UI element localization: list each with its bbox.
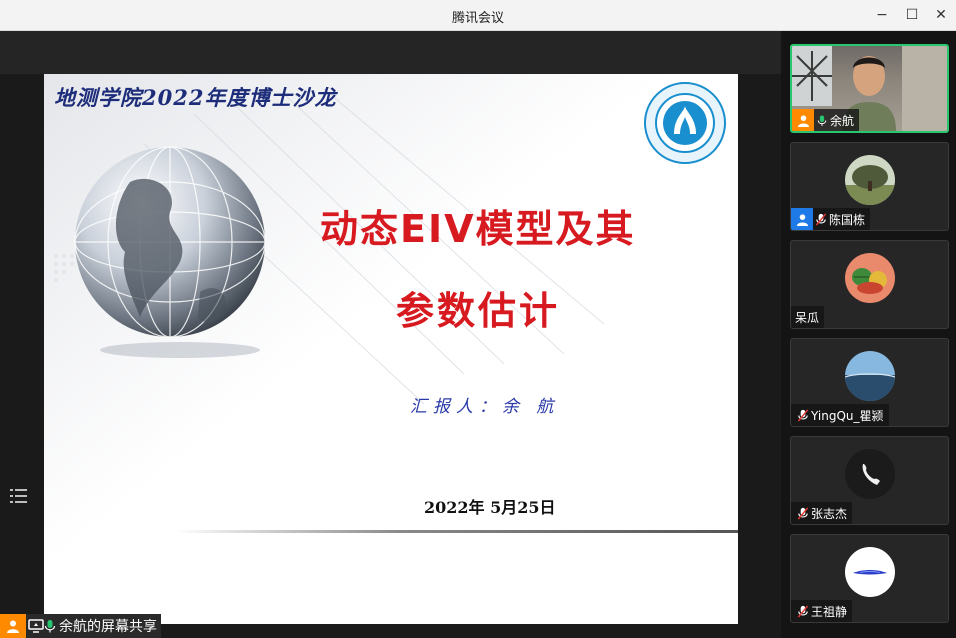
- close-button[interactable]: ✕: [929, 4, 953, 26]
- muted-microphone-icon: [795, 600, 811, 622]
- participant-name: 陈国栋: [829, 212, 866, 227]
- slide-reporter: 汇报人：余 航: [410, 397, 560, 417]
- participant-tile[interactable]: 余航: [790, 44, 949, 133]
- participant-avatar: [845, 155, 895, 205]
- slide-header-text: 地测学院2022年度博士沙龙: [54, 85, 337, 110]
- user-icon: [0, 614, 26, 638]
- user-icon: [792, 109, 814, 131]
- screen-share-bar: 余航的屏幕共享: [0, 614, 161, 638]
- screen-share-icon: [28, 619, 44, 633]
- participant-tile[interactable]: YingQu_瞿颍: [790, 338, 949, 427]
- participant-avatar: [845, 253, 895, 303]
- window-titlebar: 腾讯会议 − ☐ ✕: [0, 0, 956, 31]
- microphone-icon: [814, 109, 830, 131]
- participant-avatar: [845, 351, 895, 401]
- presentation-slide: 地测学院2022年度博士沙龙 动态EIV模型及其 参数估计 汇报人：余 航 20…: [44, 74, 738, 624]
- participant-avatar: [845, 449, 895, 499]
- muted-microphone-icon: [813, 208, 829, 230]
- window-title: 腾讯会议: [451, 11, 504, 26]
- participant-avatar: [845, 547, 895, 597]
- user-icon: [791, 208, 813, 230]
- university-logo: [644, 82, 726, 164]
- participant-tile[interactable]: 呆瓜: [790, 240, 949, 329]
- participant-name: 呆瓜: [795, 310, 820, 325]
- muted-microphone-icon: [795, 404, 811, 426]
- participant-tile[interactable]: 王祖静: [790, 534, 949, 623]
- participant-name: 王祖静: [811, 604, 848, 619]
- slide-title-line2: 参数估计: [396, 289, 561, 333]
- participant-tile[interactable]: 张志杰: [790, 436, 949, 525]
- participant-name: YingQu_瞿颍: [811, 408, 884, 423]
- shared-screen-stage: 地测学院2022年度博士沙龙 动态EIV模型及其 参数估计 汇报人：余 航 20…: [0, 31, 781, 638]
- maximize-button[interactable]: ☐: [900, 4, 924, 26]
- slide-title-line1: 动态EIV模型及其: [320, 207, 636, 251]
- slide-date: 2022年 5月25日: [424, 498, 556, 517]
- globe-image: [74, 146, 266, 358]
- participant-name: 张志杰: [811, 506, 848, 521]
- slide-divider: [174, 530, 738, 533]
- participant-name: 余航: [830, 113, 855, 128]
- participant-tile[interactable]: 陈国栋: [790, 142, 949, 231]
- screen-share-label: 余航的屏幕共享: [59, 619, 157, 635]
- muted-microphone-icon: [795, 502, 811, 524]
- microphone-icon: [44, 620, 56, 633]
- list-menu-icon[interactable]: [10, 486, 28, 506]
- stage-top-bar: [0, 31, 781, 74]
- participants-sidebar: 余航 陈国栋 呆瓜 YingQu_瞿颍 张志杰 王祖静: [781, 31, 956, 638]
- minimize-button[interactable]: −: [870, 4, 894, 26]
